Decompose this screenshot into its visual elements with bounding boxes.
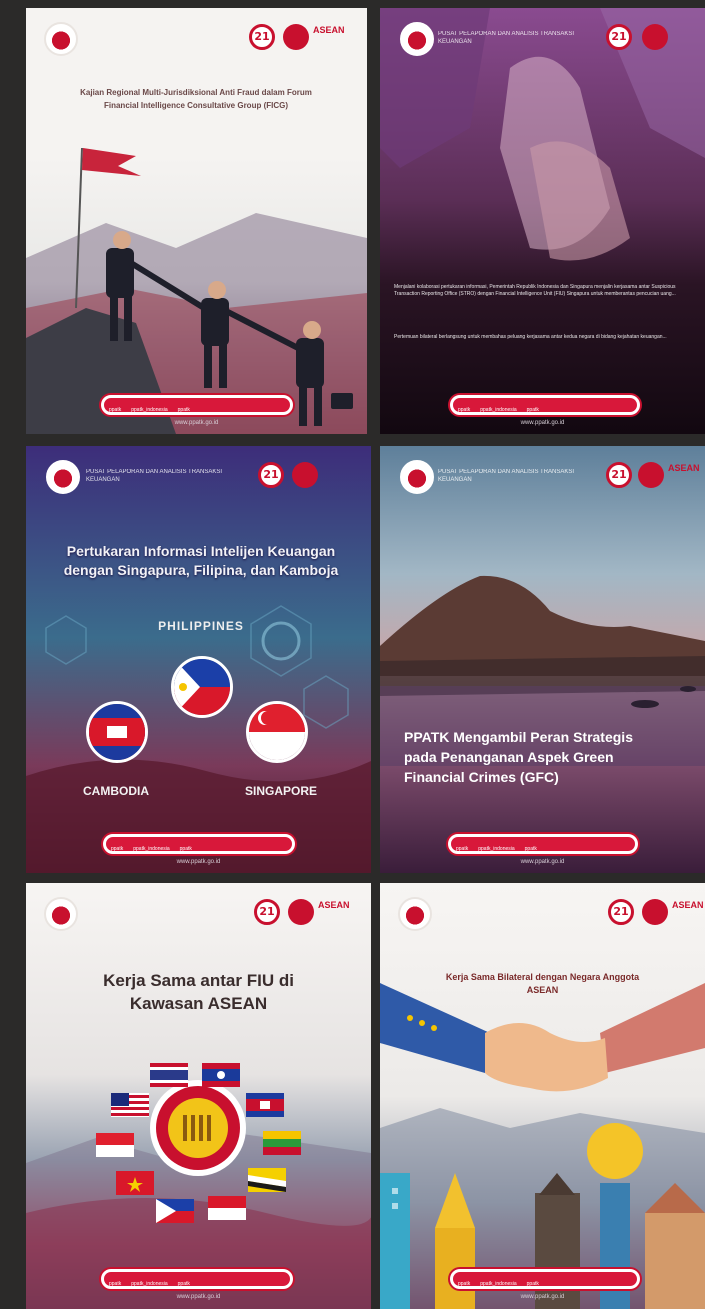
post-card-ficg[interactable]: 21 ASEAN Kajian Regional Multi-Jurisdiks… bbox=[26, 8, 367, 434]
post-title: Pertukaran Informasi Intelijen Keuangan … bbox=[63, 543, 339, 578]
social-handle: ppatk bbox=[109, 1281, 122, 1287]
asean-flags-ring bbox=[96, 1063, 301, 1223]
social-handle: ppatk_indonesia bbox=[480, 407, 517, 413]
anniversary-21-badge: 21 bbox=[249, 24, 275, 50]
site-url: www.ppatk.go.id bbox=[176, 859, 221, 865]
social-handle: ppatk_indonesia bbox=[133, 846, 170, 852]
mountain-illustration bbox=[26, 147, 367, 434]
social-handle: ppatk_indonesia bbox=[131, 1281, 168, 1287]
social-handle: ppatk bbox=[526, 1281, 539, 1287]
handshake-photo bbox=[380, 8, 705, 434]
social-handles-bar: ppatk ppatk_indonesia ppatk bbox=[448, 834, 638, 854]
anniversary-21-badge: 21 bbox=[258, 462, 284, 488]
post-title: Kerja Sama Bilateral dengan Negara Anggo… bbox=[445, 972, 640, 995]
social-handle: ppatk_indonesia bbox=[480, 1281, 517, 1287]
handshake-city-illustration bbox=[380, 883, 705, 1309]
asean-badge: ASEAN bbox=[283, 24, 345, 50]
anniversary-21-badge: 21 bbox=[608, 899, 634, 925]
ppatk-logo bbox=[400, 460, 434, 494]
post-title: PPATK Mengambil Peran Strategis pada Pen… bbox=[404, 729, 633, 785]
vietnam-flag-icon bbox=[116, 1171, 154, 1195]
post-card-bilateral-asean[interactable]: 21 ASEAN Kerja Sama Bilateral dengan Neg… bbox=[380, 883, 705, 1309]
org-name: PUSAT PELAPORAN DAN ANALISIS TRANSAKSI K… bbox=[86, 469, 223, 483]
malaysia-flag-icon bbox=[111, 1093, 149, 1117]
anniversary-21-badge: 21 bbox=[606, 462, 632, 488]
ppatk-logo bbox=[400, 22, 434, 56]
social-handle: ppatk bbox=[177, 407, 190, 413]
social-handles-bar: ppatk ppatk_indonesia ppatk bbox=[450, 1269, 640, 1289]
post-card-fiu-asean[interactable]: 21 ASEAN Kerja Sama antar FIU di Kawasan… bbox=[26, 883, 371, 1309]
post-card-singapore-stro[interactable]: PUSAT PELAPORAN DAN ANALISIS TRANSAKSI K… bbox=[380, 8, 705, 434]
indonesia-flag-icon bbox=[208, 1196, 246, 1220]
org-name: PUSAT PELAPORAN DAN ANALISIS TRANSAKSI K… bbox=[438, 469, 575, 483]
social-handles-bar: ppatk ppatk_indonesia ppatk bbox=[450, 395, 640, 415]
social-handle: ppatk bbox=[179, 846, 192, 852]
social-handle: ppatk bbox=[109, 407, 122, 413]
laos-flag-icon bbox=[202, 1063, 240, 1087]
coastal-landscape-photo bbox=[380, 446, 705, 873]
social-handle: ppatk bbox=[111, 846, 124, 852]
myanmar-flag-icon bbox=[263, 1131, 301, 1155]
anniversary-21-badge: 21 bbox=[606, 24, 632, 50]
social-handle: ppatk bbox=[458, 1281, 471, 1287]
cambodia-flag-icon bbox=[86, 701, 148, 763]
org-name: PUSAT PELAPORAN DAN ANALISIS TRANSAKSI K… bbox=[438, 31, 575, 45]
social-handles-bar: ppatk ppatk_indonesia ppatk bbox=[103, 834, 295, 854]
site-url: www.ppatk.go.id bbox=[520, 420, 565, 426]
ppatk-logo bbox=[398, 897, 432, 931]
ppatk-logo bbox=[44, 22, 78, 56]
thailand-flag-icon bbox=[150, 1063, 188, 1087]
social-handle: ppatk_indonesia bbox=[478, 846, 515, 852]
social-handle: ppatk bbox=[456, 846, 469, 852]
post-body-1: Menjalani kolaborasi pertukaran informas… bbox=[394, 284, 676, 297]
asean-badge: ASEAN bbox=[638, 462, 700, 488]
ppatk-logo bbox=[46, 460, 80, 494]
social-handles-bar: ppatk ppatk_indonesia ppatk bbox=[101, 395, 293, 415]
site-url: www.ppatk.go.id bbox=[176, 1294, 221, 1300]
philippines-flag-icon bbox=[171, 656, 233, 718]
social-handle: ppatk bbox=[177, 1281, 190, 1287]
site-url: www.ppatk.go.id bbox=[520, 859, 565, 865]
social-handle: ppatk bbox=[524, 846, 537, 852]
asean-emblem-icon bbox=[642, 24, 668, 50]
asean-emblem-icon bbox=[292, 462, 318, 488]
brunei-flag-icon bbox=[248, 1168, 286, 1192]
social-handles-bar: ppatk ppatk_indonesia ppatk bbox=[101, 1269, 293, 1289]
label-cambodia: CAMBODIA bbox=[83, 784, 149, 798]
post-card-info-exchange[interactable]: PUSAT PELAPORAN DAN ANALISIS TRANSAKSI K… bbox=[26, 446, 371, 873]
philippines-flag-icon bbox=[156, 1199, 194, 1223]
post-body-2: Pertemuan bilateral berlangsung untuk me… bbox=[394, 334, 667, 340]
social-handle: ppatk bbox=[458, 407, 471, 413]
label-philippines: PHILIPPINES bbox=[158, 619, 244, 633]
singapore-flag-icon bbox=[96, 1133, 134, 1157]
asean-badge: ASEAN bbox=[642, 899, 704, 925]
social-handle: ppatk_indonesia bbox=[131, 407, 168, 413]
site-url: www.ppatk.go.id bbox=[174, 420, 219, 426]
cambodia-flag-icon bbox=[246, 1093, 284, 1117]
site-url: www.ppatk.go.id bbox=[520, 1294, 565, 1300]
social-handle: ppatk bbox=[526, 407, 539, 413]
singapore-flag-icon bbox=[246, 701, 308, 763]
label-singapore: SINGAPORE bbox=[244, 784, 317, 798]
post-title: Kajian Regional Multi-Jurisdiksional Ant… bbox=[80, 88, 312, 110]
post-card-green-financial-crimes[interactable]: PUSAT PELAPORAN DAN ANALISIS TRANSAKSI K… bbox=[380, 446, 705, 873]
